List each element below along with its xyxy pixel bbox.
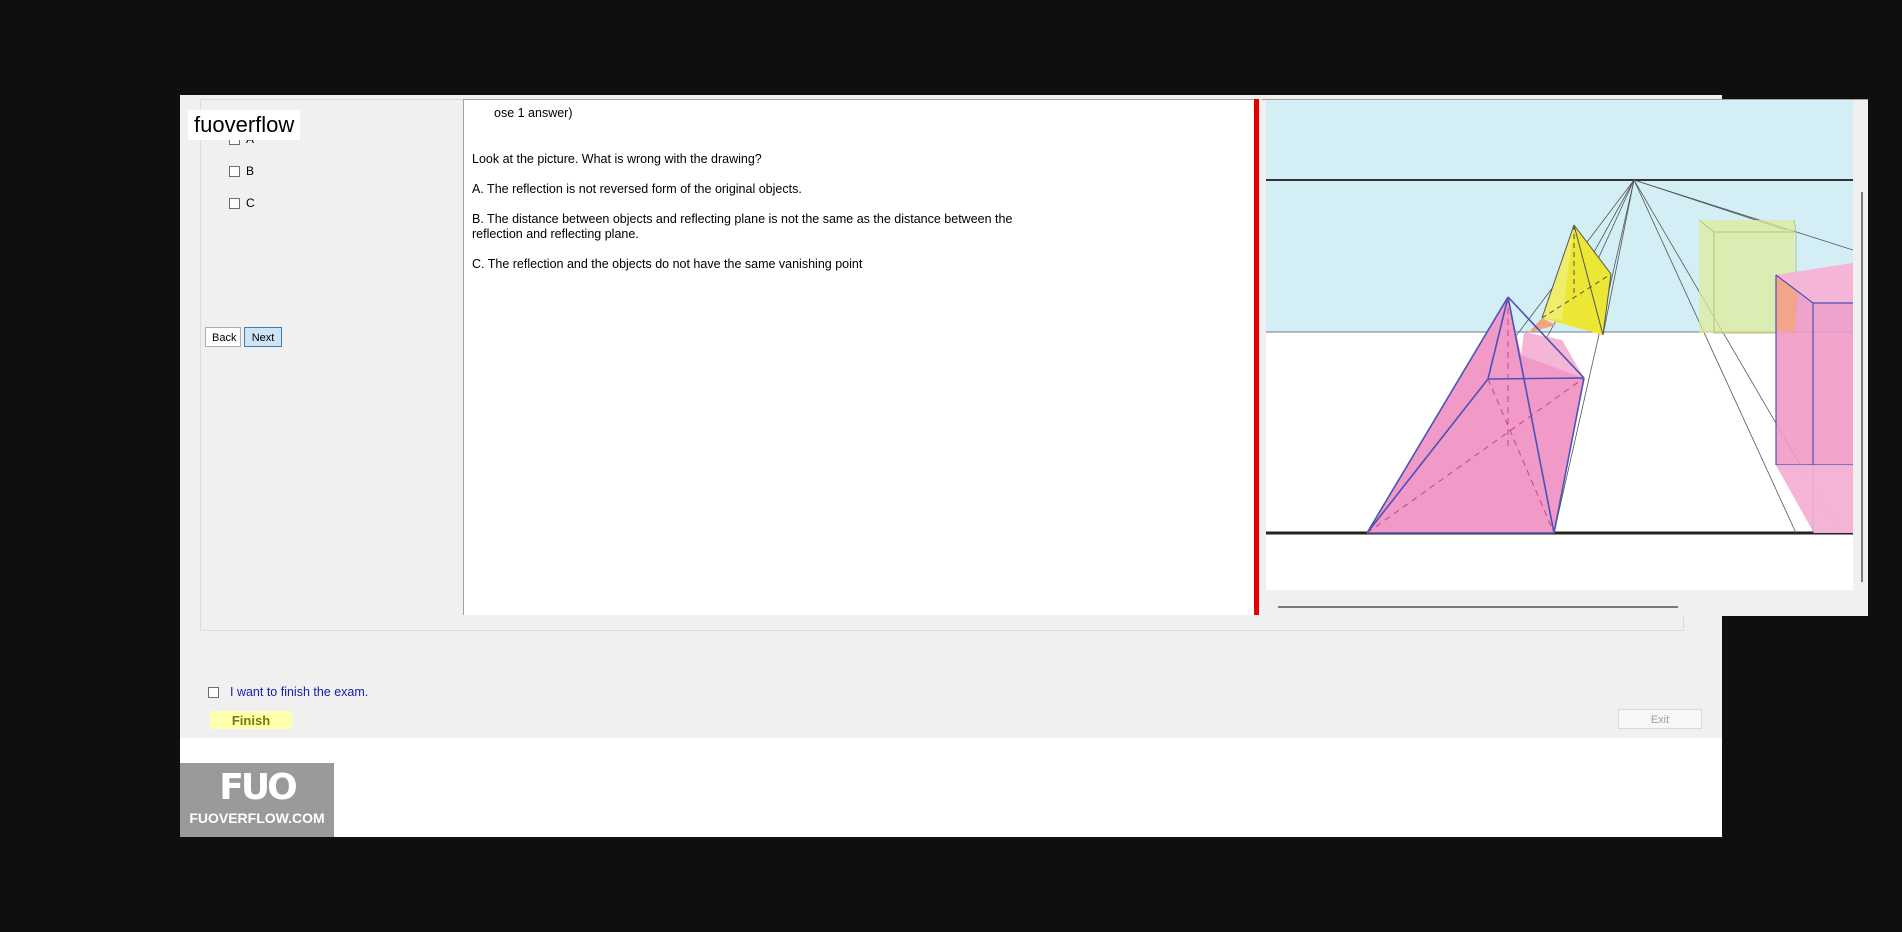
exam-content-area: A B C Back Next ose 1 answer) Look at th… [180,95,1868,738]
answer-c-label: C [246,196,255,210]
question-option-a: A. The reflection is not reversed form o… [472,182,802,196]
site-logo: FUO FUOVERFLOW.COM [180,763,334,837]
finish-confirm-row[interactable]: I want to finish the exam. [208,685,368,699]
question-instruction: ose 1 answer) [494,106,573,120]
finish-checkbox[interactable] [208,686,219,698]
answer-option-c[interactable]: C [229,194,255,212]
image-horizontal-scrollbar[interactable] [1278,606,1678,608]
logo-mark: FUO [219,767,297,808]
back-button[interactable]: Back [205,327,241,347]
next-button[interactable]: Next [244,327,282,347]
pink-box [1775,263,1853,533]
perspective-drawing [1266,100,1853,535]
exam-window: A B C Back Next ose 1 answer) Look at th… [180,95,1868,837]
question-panel: ose 1 answer) Look at the picture. What … [463,99,1254,615]
question-option-c: C. The reflection and the objects do not… [472,257,863,271]
exit-button[interactable]: Exit [1618,709,1702,729]
panel-splitter[interactable] [1254,99,1259,615]
question-prompt: Look at the picture. What is wrong with … [472,152,762,166]
question-image-panel[interactable] [1262,99,1868,616]
question-image [1266,100,1853,590]
answer-option-b[interactable]: B [229,162,254,180]
finish-checkbox-label: I want to finish the exam. [230,685,369,699]
answer-b-label: B [246,164,255,178]
watermark-label: fuoverflow [188,110,301,140]
answer-c-checkbox[interactable] [229,197,240,209]
question-option-b-line2: reflection and reflecting plane. [472,227,639,241]
logo-text: FUOVERFLOW.COM [189,810,325,826]
answer-b-checkbox[interactable] [229,165,240,177]
image-vertical-scrollbar[interactable] [1861,192,1863,582]
question-option-b-line1: B. The distance between objects and refl… [472,212,1013,226]
finish-button[interactable]: Finish [210,711,292,729]
